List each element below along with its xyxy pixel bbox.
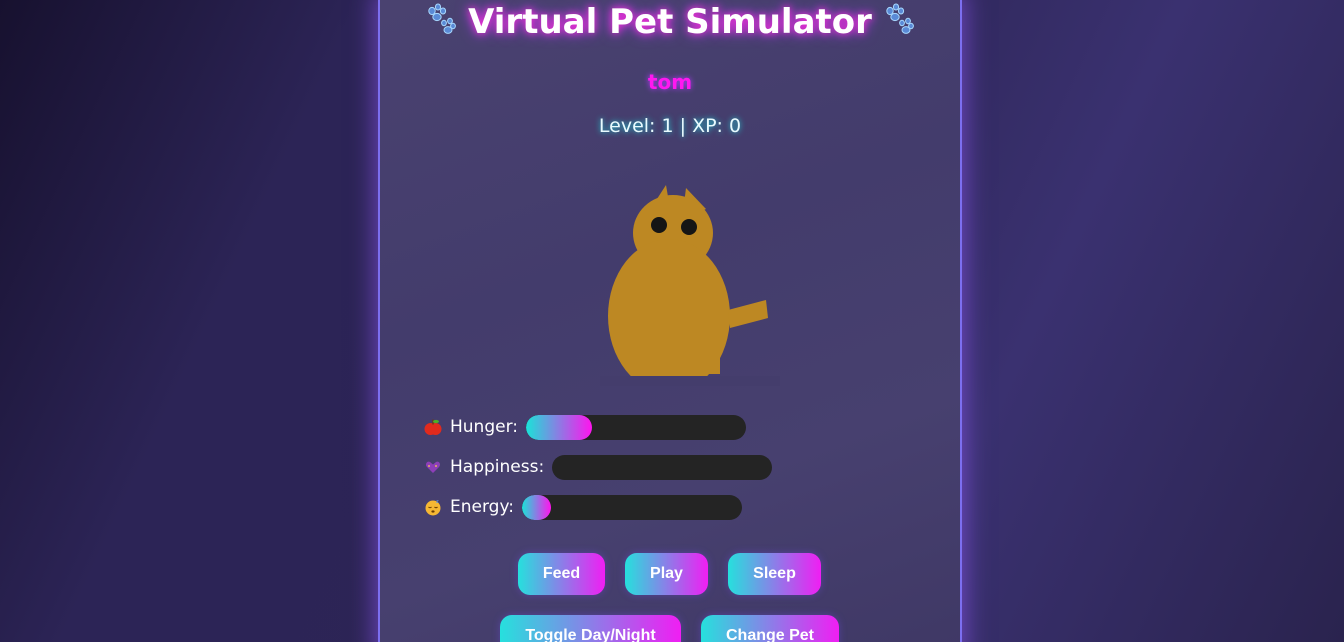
hunger-bar-fill xyxy=(526,414,592,440)
level-xp-display: Level: 1 | XP: 0 xyxy=(598,115,742,137)
sleep-button[interactable]: Sleep xyxy=(728,553,821,595)
stat-energy: z Energy: xyxy=(422,494,743,520)
stat-hunger: Hunger: xyxy=(422,414,746,440)
feed-button[interactable]: Feed xyxy=(518,553,605,595)
pet-name: tom xyxy=(647,70,693,94)
energy-bar-fill xyxy=(522,494,551,520)
change-pet-button[interactable]: Change Pet xyxy=(701,615,839,642)
paw-prints-icon xyxy=(882,2,916,45)
page-title: Virtual Pet Simulator xyxy=(380,2,960,45)
sparkle-heart-icon xyxy=(422,458,444,476)
energy-bar xyxy=(522,494,743,520)
paw-prints-icon xyxy=(424,2,458,45)
app-title-text: Virtual Pet Simulator xyxy=(468,2,872,42)
play-button[interactable]: Play xyxy=(625,553,708,595)
cat-left-eye xyxy=(651,217,667,233)
stat-label-hunger: Hunger: xyxy=(450,417,518,437)
cat-body-group xyxy=(608,185,768,393)
svg-text:z: z xyxy=(436,499,439,505)
stat-happiness: Happiness: xyxy=(422,454,773,480)
hunger-bar xyxy=(526,414,746,440)
stat-label-happiness: Happiness: xyxy=(450,457,545,477)
cat-right-eye xyxy=(681,219,697,235)
pet-cat-illustration[interactable] xyxy=(600,176,780,393)
toggle-day-night-button[interactable]: Toggle Day/Night xyxy=(500,615,681,642)
pet-panel: Virtual Pet Simulator tom Level: 1 | XP:… xyxy=(378,0,962,642)
apple-icon xyxy=(422,418,444,436)
happiness-bar xyxy=(552,454,773,480)
stat-label-energy: Energy: xyxy=(450,497,515,517)
sleepy-face-icon: z xyxy=(422,498,444,516)
